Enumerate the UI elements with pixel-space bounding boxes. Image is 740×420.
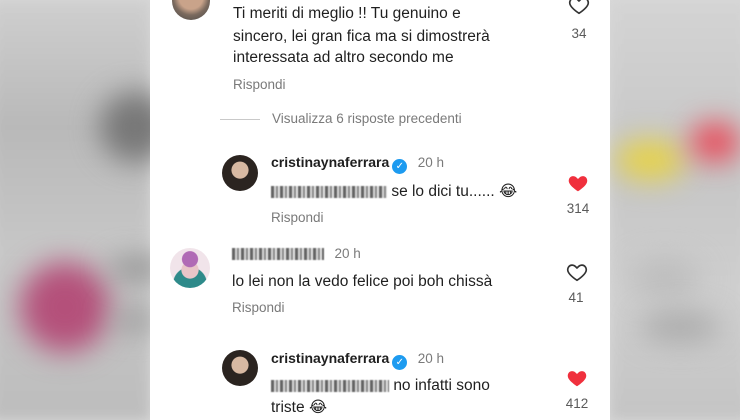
blurred-shape bbox=[630, 258, 700, 298]
comment-text-line: interessata ad altro secondo me bbox=[233, 49, 454, 66]
like-count: 314 bbox=[566, 201, 590, 216]
blurred-shape bbox=[615, 140, 685, 180]
blurred-backdrop-right bbox=[610, 0, 740, 420]
comment-text-line: triste 😂 bbox=[271, 399, 328, 416]
redacted-mention bbox=[271, 185, 387, 198]
comment-header: 20 h bbox=[232, 245, 361, 263]
comment-text: lo lei non la vedo felice poi boh chissà bbox=[232, 273, 493, 290]
reply-button[interactable]: Rispondi bbox=[233, 77, 286, 92]
reply-button[interactable]: Rispondi bbox=[232, 300, 285, 315]
blurred-shape bbox=[640, 312, 720, 342]
blurred-shape bbox=[20, 262, 110, 352]
like-count: 41 bbox=[568, 290, 584, 305]
timestamp: 20 h bbox=[417, 155, 445, 170]
commenter-avatar[interactable] bbox=[170, 248, 210, 288]
view-previous-replies-button[interactable]: Visualizza 6 risposte precedenti bbox=[272, 111, 462, 126]
comment-text-line: Ti meriti di meglio !! Tu genuino e bbox=[233, 5, 461, 22]
heart-filled-icon[interactable] bbox=[567, 172, 589, 194]
timestamp: 20 h bbox=[334, 246, 361, 261]
comment-header: cristinaynaferrara ✓ 20 h bbox=[271, 154, 444, 174]
username[interactable]: cristinaynaferrara bbox=[271, 350, 389, 366]
heart-outline-icon[interactable] bbox=[566, 261, 588, 283]
like-count: 412 bbox=[565, 396, 589, 411]
reply-button[interactable]: Rispondi bbox=[271, 210, 324, 225]
commenter-avatar[interactable] bbox=[172, 0, 210, 20]
replies-divider bbox=[220, 119, 260, 120]
like-count: 34 bbox=[571, 26, 587, 41]
username[interactable]: cristinaynaferrara bbox=[271, 154, 389, 170]
comment-body: no infatti sono bbox=[271, 376, 490, 396]
verified-badge-icon: ✓ bbox=[392, 159, 408, 174]
heart-outline-icon[interactable] bbox=[568, 0, 590, 16]
comments-panel: Ti meriti di meglio !! Tu genuino e sinc… bbox=[150, 0, 610, 420]
comment-text: se lo dici tu...... 😂 bbox=[391, 183, 518, 200]
blurred-backdrop-left bbox=[0, 0, 150, 420]
cristinaynaferrara-avatar[interactable] bbox=[222, 350, 258, 386]
comment-text-line: sincero, lei gran fica ma si dimostrerà bbox=[233, 28, 490, 45]
comment-body: se lo dici tu...... 😂 bbox=[271, 182, 517, 202]
redacted-mention bbox=[271, 379, 389, 392]
heart-filled-icon[interactable] bbox=[566, 367, 588, 389]
timestamp: 20 h bbox=[417, 351, 445, 366]
cristinaynaferrara-avatar[interactable] bbox=[222, 155, 258, 191]
comment-text-line: no infatti sono bbox=[393, 377, 490, 394]
redacted-username bbox=[232, 247, 324, 260]
verified-badge-icon: ✓ bbox=[392, 355, 408, 370]
comment-header: cristinaynaferrara ✓ 20 h bbox=[271, 350, 444, 370]
blurred-shape bbox=[690, 122, 740, 162]
